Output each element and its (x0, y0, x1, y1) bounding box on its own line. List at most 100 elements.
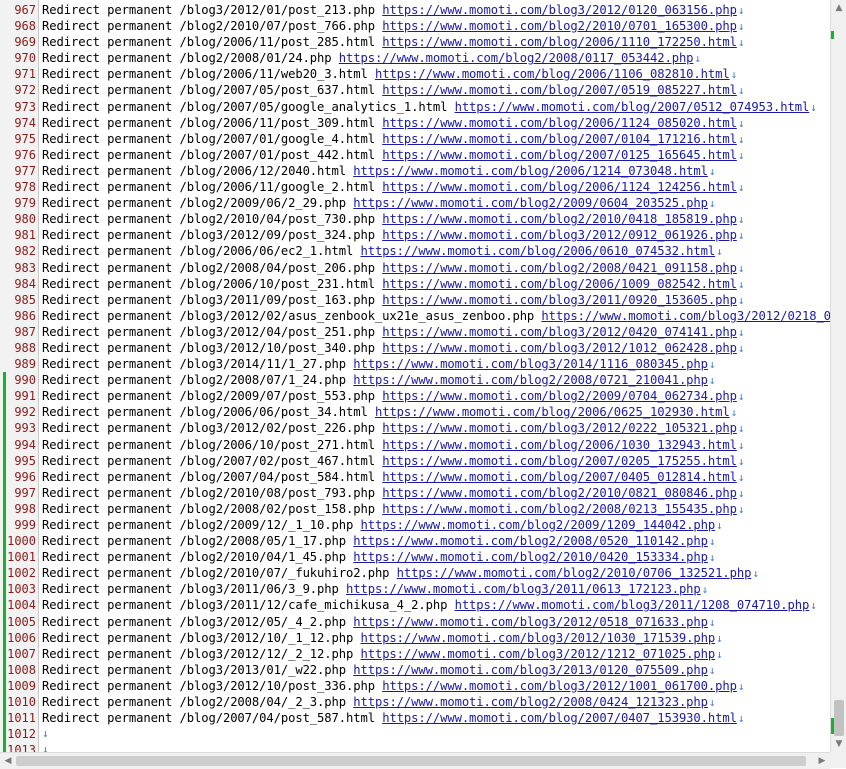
editor-line[interactable]: 999 Redirect permanent /blog2/2009/12/_1_… (0, 517, 830, 534)
editor-line[interactable]: 1002 Redirect permanent /blog2/2010/07/_f… (0, 565, 830, 582)
editor-line[interactable]: 984 Redirect permanent /blog/2006/10/post… (0, 276, 830, 292)
editor-line[interactable]: 974 Redirect permanent /blog/2006/11/post… (0, 115, 830, 131)
editor-line[interactable]: 976 Redirect permanent /blog/2007/01/post… (0, 147, 830, 163)
redirect-target-url[interactable]: https://www.momoti.com/blog2/2009/0604_2… (353, 196, 708, 210)
line-content[interactable]: Redirect permanent /blog2/2009/12/_1_10.… (42, 517, 723, 534)
redirect-target-url[interactable]: https://www.momoti.com/blog3/2011/1208_0… (455, 598, 810, 612)
line-content[interactable]: Redirect permanent /blog3/2011/09/post_1… (42, 292, 744, 309)
redirect-target-url[interactable]: https://www.momoti.com/blog3/2012/0420_0… (382, 325, 737, 339)
redirect-target-url[interactable]: https://www.momoti.com/blog3/2014/1116_0… (353, 357, 708, 371)
line-content[interactable]: Redirect permanent /blog2/2008/01/24.php… (42, 50, 701, 67)
editor-line[interactable]: 1000 Redirect permanent /blog2/2008/05/1_… (0, 533, 830, 550)
redirect-target-url[interactable]: https://www.momoti.com/blog/2006/1124_08… (382, 116, 737, 130)
editor-line[interactable]: 975 Redirect permanent /blog/2007/01/goog… (0, 131, 830, 147)
redirect-target-url[interactable]: https://www.momoti.com/blog3/2012/0120_0… (382, 3, 737, 17)
line-content[interactable]: Redirect permanent /blog/2007/04/post_58… (42, 469, 744, 486)
editor-line[interactable]: 986 Redirect permanent /blog3/2012/02/asu… (0, 308, 830, 324)
editor-line[interactable]: 968 Redirect permanent /blog2/2010/07/pos… (0, 18, 830, 34)
editor-line[interactable]: 1008 Redirect permanent /blog3/2013/01/_w… (0, 661, 830, 679)
redirect-target-url[interactable]: https://www.momoti.com/blog3/2012/1012_0… (382, 341, 737, 355)
redirect-target-url[interactable]: https://www.momoti.com/blog3/2012/1030_1… (360, 631, 715, 645)
line-content[interactable]: Redirect permanent /blog2/2009/06/2_29.p… (42, 195, 716, 212)
line-content[interactable]: Redirect permanent /blog/2006/11/post_28… (42, 34, 744, 51)
line-content[interactable]: Redirect permanent /blog3/2012/12/_2_12.… (42, 646, 723, 663)
line-content[interactable]: Redirect permanent /blog2/2008/07/1_24.p… (42, 372, 716, 389)
line-content[interactable]: Redirect permanent /blog/2006/12/2040.ht… (42, 163, 716, 180)
editor-line[interactable]: 991 Redirect permanent /blog2/2009/07/pos… (0, 388, 830, 405)
line-content[interactable]: Redirect permanent /blog/2007/05/post_63… (42, 82, 744, 99)
editor-line[interactable]: 992 Redirect permanent /blog/2006/06/post… (0, 404, 830, 421)
redirect-target-url[interactable]: https://www.momoti.com/blog2/2010/0706_1… (397, 566, 752, 580)
line-content[interactable]: Redirect permanent /blog2/2008/04/_2_3.p… (42, 694, 716, 711)
redirect-target-url[interactable]: https://www.momoti.com/blog2/2010/0420_1… (353, 550, 708, 564)
editor-line[interactable]: 1001 Redirect permanent /blog2/2010/04/1_… (0, 549, 830, 566)
editor-line[interactable]: 998 Redirect permanent /blog2/2008/02/pos… (0, 500, 830, 517)
line-content[interactable]: Redirect permanent /blog3/2012/05/_4_2.p… (42, 614, 716, 631)
horizontal-scroll-thumb[interactable] (16, 756, 806, 766)
editor-line[interactable]: 971 Redirect permanent /blog/2006/11/web2… (0, 66, 830, 82)
line-content[interactable]: Redirect permanent /blog/2007/01/google_… (42, 131, 744, 148)
editor-line[interactable]: 1013 ↓ (0, 742, 830, 752)
line-content[interactable]: Redirect permanent /blog2/2008/04/post_2… (42, 260, 744, 277)
line-content[interactable]: Redirect permanent /blog3/2012/01/post_2… (42, 2, 744, 19)
redirect-target-url[interactable]: https://www.momoti.com/blog3/2011/0920_1… (382, 293, 737, 307)
redirect-target-url[interactable]: https://www.momoti.com/blog/2007/0512_07… (455, 100, 810, 114)
editor-line[interactable]: 1003 Redirect permanent /blog3/2011/06/3_… (0, 581, 830, 598)
line-content[interactable]: Redirect permanent /blog2/2010/08/post_7… (42, 485, 744, 502)
line-content[interactable]: Redirect permanent /blog2/2010/04/post_7… (42, 211, 744, 228)
line-content[interactable]: Redirect permanent /blog/2006/10/post_23… (42, 276, 744, 293)
line-content[interactable]: Redirect permanent /blog3/2011/12/cafe_m… (42, 597, 817, 614)
editor-line[interactable]: 980 Redirect permanent /blog2/2010/04/pos… (0, 211, 830, 227)
redirect-target-url[interactable]: https://www.momoti.com/blog3/2012/1212_0… (360, 647, 715, 661)
redirect-target-url[interactable]: https://www.momoti.com/blog/2007/0205_17… (382, 454, 737, 468)
line-content[interactable]: Redirect permanent /blog2/2009/07/post_5… (42, 388, 744, 405)
editor-line[interactable]: 1010 Redirect permanent /blog2/2008/04/_2… (0, 694, 830, 711)
editor-line[interactable]: 983 Redirect permanent /blog2/2008/04/pos… (0, 260, 830, 276)
line-content[interactable]: Redirect permanent /blog/2006/10/post_27… (42, 437, 744, 454)
redirect-target-url[interactable]: https://www.momoti.com/blog/2007/0125_16… (382, 148, 737, 162)
redirect-target-url[interactable]: https://www.momoti.com/blog2/2010/0821_0… (382, 486, 737, 500)
line-content[interactable]: Redirect permanent /blog3/2012/02/post_2… (42, 420, 744, 437)
redirect-target-url[interactable]: https://www.momoti.com/blog/2006/0625_10… (375, 405, 730, 419)
redirect-target-url[interactable]: https://www.momoti.com/blog/2007/0104_17… (382, 132, 737, 146)
line-content[interactable]: Redirect permanent /blog/2006/11/google_… (42, 179, 744, 196)
editor-line[interactable]: 972 Redirect permanent /blog/2007/05/post… (0, 82, 830, 98)
editor-line[interactable]: 990 Redirect permanent /blog2/2008/07/1_2… (0, 372, 830, 389)
editor-line[interactable]: 987 Redirect permanent /blog3/2012/04/pos… (0, 324, 830, 340)
editor-line[interactable]: 1009 Redirect permanent /blog3/2012/10/po… (0, 677, 830, 695)
editor-line[interactable]: 1005 Redirect permanent /blog3/2012/05/_4… (0, 613, 830, 631)
redirect-target-url[interactable]: https://www.momoti.com/blog3/2013/0120_0… (353, 663, 708, 677)
line-content[interactable]: Redirect permanent /blog3/2012/10/post_3… (42, 340, 744, 357)
redirect-target-url[interactable]: https://www.momoti.com/blog3/2012/0518_0… (353, 615, 708, 629)
redirect-target-url[interactable]: https://www.momoti.com/blog2/2008/0424_1… (353, 695, 708, 709)
editor-line[interactable]: 996 Redirect permanent /blog/2007/04/post… (0, 468, 830, 486)
scroll-right-arrow-icon[interactable]: ▶ (814, 753, 830, 769)
line-content[interactable]: Redirect permanent /blog3/2012/09/post_3… (42, 227, 744, 244)
editor-line[interactable]: 995 Redirect permanent /blog/2007/02/post… (0, 452, 830, 469)
line-content[interactable]: Redirect permanent /blog3/2012/10/post_3… (42, 678, 744, 695)
text-editor[interactable]: 967 Redirect permanent /blog3/2012/01/pos… (0, 0, 830, 752)
scroll-down-arrow-icon[interactable]: ▼ (831, 736, 846, 752)
editor-line[interactable]: 981 Redirect permanent /blog3/2012/09/pos… (0, 227, 830, 243)
editor-line[interactable]: 970 Redirect permanent /blog2/2008/01/24.… (0, 50, 830, 66)
line-content[interactable]: Redirect permanent /blog3/2013/01/_w22.p… (42, 662, 716, 679)
line-content[interactable]: Redirect permanent /blog/2007/01/post_44… (42, 147, 744, 164)
editor-line[interactable]: 993 Redirect permanent /blog3/2012/02/pos… (0, 420, 830, 437)
editor-line[interactable]: 989 Redirect permanent /blog3/2014/11/1_2… (0, 356, 830, 372)
line-content[interactable]: Redirect permanent /blog2/2010/07/post_7… (42, 18, 744, 35)
redirect-target-url[interactable]: https://www.momoti.com/blog2/2008/0117_0… (339, 51, 694, 65)
redirect-target-url[interactable]: https://www.momoti.com/blog2/2010/0418_1… (382, 212, 737, 226)
editor-line[interactable]: 978 Redirect permanent /blog/2006/11/goog… (0, 179, 830, 195)
line-content[interactable]: Redirect permanent /blog/2006/06/post_34… (42, 404, 737, 421)
vertical-scroll-thumb[interactable] (834, 700, 844, 736)
line-content[interactable]: Redirect permanent /blog/2007/04/post_58… (42, 710, 744, 727)
editor-line[interactable]: 1012 ↓ (0, 726, 830, 743)
line-content[interactable]: Redirect permanent /blog3/2012/02/asus_z… (42, 308, 830, 324)
redirect-target-url[interactable]: https://www.momoti.com/blog/2007/0519_08… (382, 83, 737, 97)
redirect-target-url[interactable]: https://www.momoti.com/blog/2006/1030_13… (382, 438, 737, 452)
redirect-target-url[interactable]: https://www.momoti.com/blog2/2008/0213_1… (382, 502, 737, 516)
redirect-target-url[interactable]: https://www.momoti.com/blog2/2010/0701_1… (382, 19, 737, 33)
line-content[interactable]: Redirect permanent /blog3/2014/11/1_27.p… (42, 356, 716, 373)
redirect-target-url[interactable]: https://www.momoti.com/blog2/2008/0520_1… (353, 534, 708, 548)
line-content[interactable]: Redirect permanent /blog3/2012/10/_1_12.… (42, 630, 723, 647)
